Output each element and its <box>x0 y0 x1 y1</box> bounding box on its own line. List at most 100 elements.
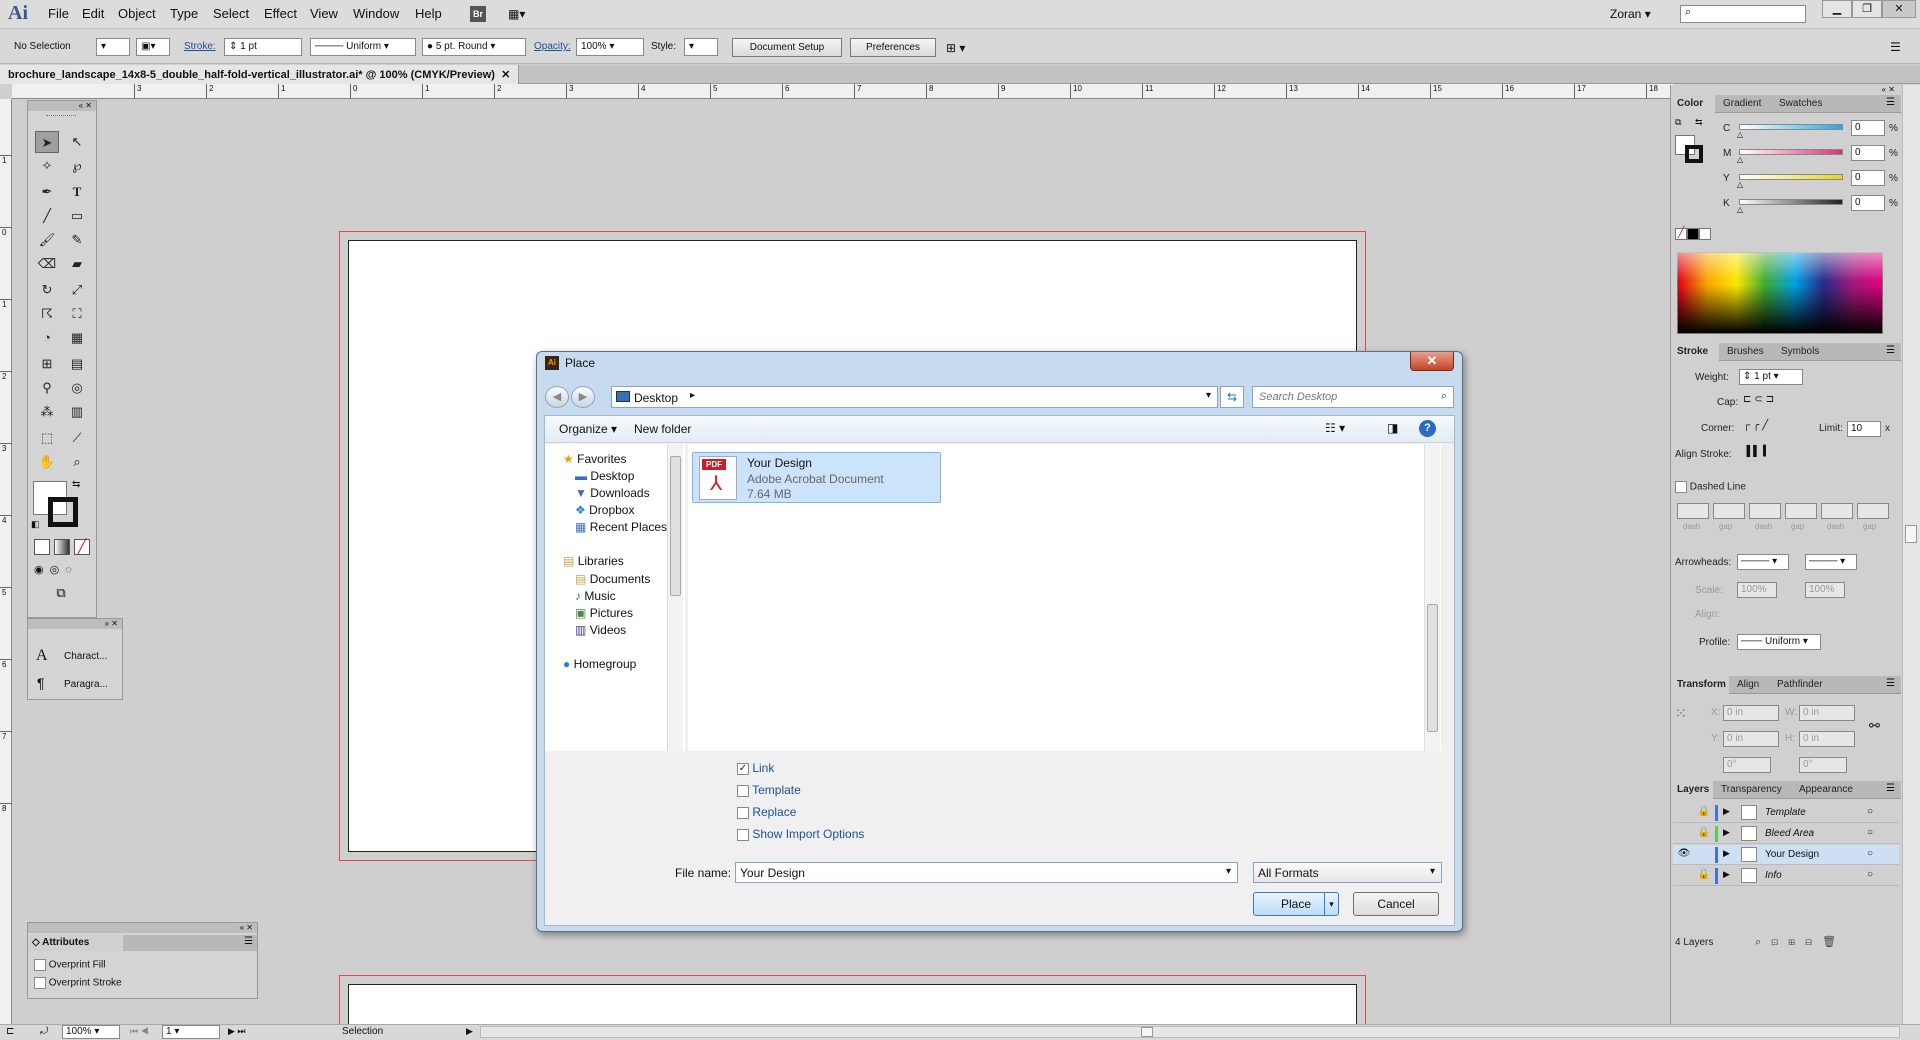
overprint-fill-checkbox[interactable] <box>34 959 46 971</box>
stroke-swatch[interactable]: ▣▾ <box>136 38 170 56</box>
search-icon[interactable]: ⌕ <box>1441 390 1447 403</box>
help-icon[interactable]: ? <box>1419 420 1436 437</box>
arrange-documents-icon[interactable]: ▦▾ <box>508 7 536 21</box>
channel-value-field[interactable]: 0 <box>1851 195 1885 211</box>
default-fill-stroke-icon[interactable]: ⧉ <box>1675 117 1681 128</box>
variable-width-profile[interactable]: ──── Uniform ▾ <box>310 38 416 56</box>
minimize-button[interactable]: ▁ <box>1822 0 1852 18</box>
perspective-grid-tool-icon[interactable]: ▦ <box>65 327 89 349</box>
constrain-proportions-icon[interactable]: ⚯ <box>1869 718 1880 734</box>
channel-slider[interactable] <box>1739 199 1843 205</box>
tab-transparency[interactable]: Transparency <box>1715 781 1788 799</box>
warp-tool-icon[interactable]: ☈ <box>35 303 59 325</box>
type-tool-icon[interactable]: T <box>65 181 89 203</box>
user-menu[interactable]: Zoran ▾ <box>1610 7 1651 21</box>
scrollbar-thumb[interactable] <box>1905 525 1917 543</box>
document-setup-button[interactable]: Document Setup <box>732 38 842 57</box>
artboard-tool-icon[interactable]: ⬚ <box>35 427 59 449</box>
paintbrush-tool-icon[interactable]: 🖌 <box>35 229 59 251</box>
restore-button[interactable]: ❐ <box>1852 0 1882 18</box>
zoom-tool-icon[interactable]: ⌕ <box>65 451 89 473</box>
blend-tool-icon[interactable]: ◎ <box>65 377 89 399</box>
cancel-button[interactable]: Cancel <box>1353 892 1439 916</box>
dash-field[interactable] <box>1713 503 1745 519</box>
forward-button[interactable]: ▶ <box>571 386 595 408</box>
organize-button[interactable]: Organize ▾ <box>559 422 617 436</box>
rectangle-tool-icon[interactable]: ▭ <box>65 205 89 227</box>
stroke-label[interactable]: Stroke: <box>184 41 216 52</box>
bridge-button[interactable]: Br <box>470 6 486 22</box>
slider-handle-icon[interactable]: △ <box>1737 180 1743 189</box>
menu-edit[interactable]: Edit <box>82 6 104 21</box>
nav-desktop[interactable]: ▬ Desktop <box>575 469 634 483</box>
swap-colors-icon[interactable]: ⇆ <box>72 479 80 490</box>
status-menu-icon[interactable]: ▶ <box>466 1026 473 1037</box>
end-arrowhead-select[interactable]: ──── ▾ <box>1805 554 1857 570</box>
overprint-stroke-option[interactable]: Overprint Stroke <box>34 977 122 989</box>
search-desktop-input[interactable]: Search Desktop ⌕ <box>1252 386 1454 408</box>
tab-symbols[interactable]: Symbols <box>1775 343 1825 361</box>
tab-stroke[interactable]: Stroke <box>1671 343 1719 361</box>
tab-gradient[interactable]: Gradient <box>1717 95 1767 113</box>
screen-mode-icon[interactable]: ⧉ <box>48 585 74 603</box>
nav-dropbox[interactable]: ❖ Dropbox <box>575 503 634 517</box>
align-stroke-buttons[interactable]: ▐▌▍ <box>1743 446 1774 457</box>
stroke-color-swatch[interactable] <box>48 497 78 527</box>
graphic-style-picker[interactable]: ▾ <box>684 38 718 56</box>
lock-icon[interactable]: 🔒 <box>1697 827 1711 838</box>
color-mode-icon[interactable] <box>34 539 50 555</box>
menu-type[interactable]: Type <box>170 6 198 21</box>
free-transform-tool-icon[interactable]: ⛶ <box>65 303 89 325</box>
none-mode-icon[interactable]: ╱ <box>74 539 90 555</box>
fill-swatch[interactable]: ▾ <box>96 38 130 56</box>
shear-field[interactable]: 0° <box>1799 757 1847 773</box>
attributes-panel-header[interactable]: « ✕ <box>28 923 257 933</box>
next-page-icon[interactable]: ▶ ⏭ <box>228 1026 246 1037</box>
place-button[interactable]: Place ▾ <box>1253 892 1339 916</box>
nav-pictures[interactable]: ▣ Pictures <box>575 606 633 620</box>
start-scale-field[interactable]: 100% <box>1737 582 1777 598</box>
channel-value-field[interactable]: 0 <box>1851 170 1885 186</box>
option-row[interactable]: ✓ Link <box>737 761 774 775</box>
color-stroke-swatch[interactable] <box>1685 145 1703 163</box>
layer-row[interactable]: 🔒 ▶ Bleed Area ○ <box>1673 824 1899 844</box>
channel-slider[interactable] <box>1739 124 1843 130</box>
menu-view[interactable]: View <box>310 6 338 21</box>
channel-value-field[interactable]: 0 <box>1851 145 1885 161</box>
layer-row[interactable]: 🔒 ▶ Template ○ <box>1673 803 1899 823</box>
dash-field[interactable] <box>1677 503 1709 519</box>
address-location[interactable]: Desktop <box>634 391 678 405</box>
selection-tool-icon[interactable]: ➤ <box>35 131 59 153</box>
file-item-your-design[interactable]: PDF ⅄ Your Design Adobe Acrobat Document… <box>692 452 941 503</box>
first-page-icon[interactable]: ⏮ ◀ <box>130 1026 149 1037</box>
menu-object[interactable]: Object <box>118 6 156 21</box>
dashed-line-option[interactable]: Dashed Line <box>1675 481 1746 493</box>
color-panel-menu-icon[interactable]: ☰ <box>1886 97 1895 108</box>
scale-tool-icon[interactable]: ⤢ <box>65 279 89 301</box>
panel-menu-icon[interactable]: ☰ <box>1890 40 1901 54</box>
draw-mode-icons[interactable]: ◉◎◌ <box>34 563 90 579</box>
nav-music[interactable]: ♪ Music <box>575 589 616 603</box>
cap-buttons[interactable]: ⊏⊂⊐ <box>1743 394 1777 405</box>
target-icon[interactable]: ○ <box>1867 806 1873 817</box>
hscroll-thumb[interactable] <box>1141 1027 1153 1037</box>
gradient-tool-icon[interactable]: ▤ <box>65 353 89 375</box>
help-search-input[interactable]: ⌕ <box>1680 5 1806 23</box>
menu-help[interactable]: Help <box>415 6 442 21</box>
target-icon[interactable]: ○ <box>1867 869 1873 880</box>
swap-fill-stroke-icon[interactable]: ⇆ <box>1695 117 1703 128</box>
slider-handle-icon[interactable]: △ <box>1737 205 1743 214</box>
slider-handle-icon[interactable]: △ <box>1737 130 1743 139</box>
horizontal-scrollbar[interactable] <box>480 1026 1900 1038</box>
tab-appearance[interactable]: Appearance <box>1793 781 1859 799</box>
stroke-weight-field[interactable]: ⇕ 1 pt <box>224 38 302 56</box>
close-window-button[interactable]: ✕ <box>1882 0 1916 18</box>
nav-downloads[interactable]: ▼ Downloads <box>575 486 650 500</box>
eyedropper-tool-icon[interactable]: ⚲ <box>35 377 59 399</box>
dash-field[interactable] <box>1857 503 1889 519</box>
gradient-mode-icon[interactable] <box>54 539 70 555</box>
file-scroll-thumb[interactable] <box>1427 604 1438 732</box>
start-arrowhead-select[interactable]: ──── ▾ <box>1737 554 1789 570</box>
option-row[interactable]: Template <box>737 783 801 797</box>
tab-layers[interactable]: Layers <box>1671 781 1713 799</box>
